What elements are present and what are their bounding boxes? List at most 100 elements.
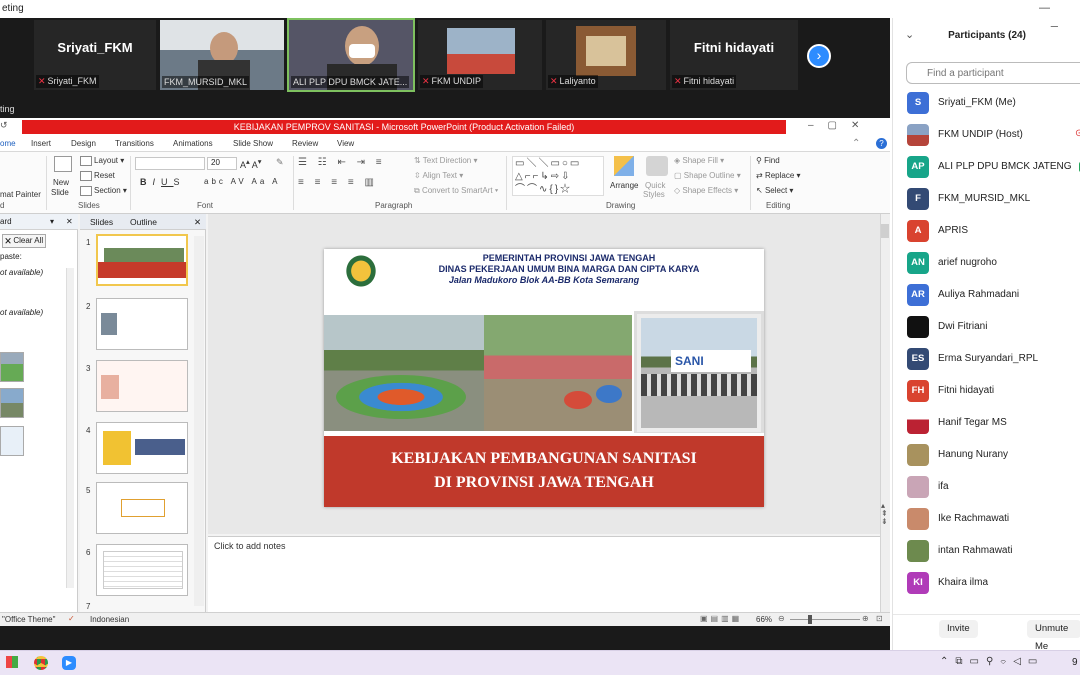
zoom-slider[interactable]	[790, 619, 860, 620]
current-slide[interactable]: PEMERINTAH PROVINSI JAWA TENGAH DINAS PE…	[324, 249, 764, 507]
format-painter-button[interactable]: mat Painter	[0, 190, 41, 199]
participant-row[interactable]: KI Khaira ilma	[907, 572, 1080, 596]
chevron-right-icon[interactable]: ›	[807, 44, 831, 68]
clipboard-image-item[interactable]	[0, 352, 24, 382]
unmute-me-button[interactable]: Unmute Me	[1027, 620, 1080, 652]
tab-outline[interactable]: Outline	[130, 217, 157, 227]
new-slide-button-label[interactable]: Slide	[51, 188, 69, 197]
close-icon[interactable]: ✕	[194, 217, 201, 228]
app-icon[interactable]	[6, 656, 18, 668]
minimize-panel-icon[interactable]: –	[1051, 18, 1058, 33]
shape-effects-button[interactable]: ◇ Shape Effects ▾	[674, 186, 738, 195]
participant-row[interactable]: S Sriyati_FKM (Me)	[907, 92, 1080, 116]
notes-pane[interactable]: Click to add notes	[208, 536, 880, 612]
convert-smartart-button[interactable]: ⧉ Convert to SmartArt ▾	[414, 186, 498, 196]
tab-insert[interactable]: Insert	[31, 139, 51, 148]
zoom-level[interactable]: 66%	[756, 615, 772, 624]
align-text-button[interactable]: ⇳ Align Text ▾	[414, 171, 463, 180]
select-button[interactable]: ↖ Select ▾	[756, 186, 793, 195]
dropdown-icon[interactable]: ▾	[50, 214, 54, 230]
participant-row[interactable]: ifa	[907, 476, 1080, 500]
replace-button[interactable]: ⇄ Replace ▾	[756, 171, 801, 180]
participant-row[interactable]: Ike Rachmawati	[907, 508, 1080, 532]
slide-thumbnail-6[interactable]	[96, 544, 188, 596]
close-icon[interactable]: ✕	[66, 214, 73, 230]
clear-all-button[interactable]: 🗙 Clear All	[2, 234, 46, 248]
slide-thumbnail-5[interactable]	[96, 482, 188, 534]
video-tile[interactable]: Sriyati_FKM ✕ Sriyati_FKM	[34, 20, 156, 90]
tab-transitions[interactable]: Transitions	[115, 139, 154, 148]
font-effects-buttons[interactable]: abc AV Aa A	[204, 177, 280, 186]
spellcheck-icon[interactable]: ✓	[68, 614, 75, 623]
shape-outline-button[interactable]: ▢ Shape Outline ▾	[674, 171, 741, 180]
language-label[interactable]: Indonesian	[90, 615, 129, 624]
layout-button[interactable]: Layout ▾	[80, 156, 124, 166]
participant-row[interactable]: intan Rahmawati	[907, 540, 1080, 564]
section-button[interactable]: Section ▾	[80, 186, 127, 196]
tab-animations[interactable]: Animations	[173, 139, 213, 148]
page-nav-icon[interactable]: ▴ ⇞ ⇟	[881, 502, 888, 526]
help-icon[interactable]: ?	[876, 138, 887, 149]
fit-to-window-icon[interactable]: ⊡	[876, 614, 883, 623]
zoom-out-icon[interactable]: ⊖	[778, 614, 785, 623]
zoom-slider-thumb[interactable]	[808, 615, 812, 624]
tab-slides[interactable]: Slides	[90, 217, 113, 227]
zoom-app-icon[interactable]: ▶	[62, 656, 76, 670]
font-style-buttons[interactable]: BIUS	[140, 177, 186, 187]
quick-styles-button[interactable]: Quick	[645, 181, 665, 190]
shapes-gallery[interactable]: ▭＼＼▭○▭ △⌐⌐↳⇨⇩ ⌒⌒∿{}☆	[512, 156, 604, 196]
view-buttons[interactable]: ▣▤▥▦	[700, 614, 742, 623]
clipboard-scrollbar[interactable]	[66, 268, 74, 588]
find-button[interactable]: ⚲ Find	[756, 156, 780, 165]
undo-icon[interactable]: ↺	[0, 120, 8, 131]
align-buttons[interactable]: ≡ ≡ ≡ ≡ ▥	[298, 177, 378, 188]
clear-format-icon[interactable]: ✎	[276, 157, 284, 168]
clipboard-image-item[interactable]	[0, 426, 24, 456]
participant-row[interactable]: FH Fitni hidayati	[907, 380, 1080, 404]
participant-row[interactable]: Hanung Nurany	[907, 444, 1080, 468]
participant-row[interactable]: Dwi Fitriani	[907, 316, 1080, 340]
ppt-window-controls[interactable]: –▢✕	[808, 120, 873, 131]
minimize-icon[interactable]: —	[1039, 0, 1050, 16]
scroll-thumb[interactable]	[881, 224, 889, 238]
tab-view[interactable]: View	[337, 139, 354, 148]
participant-row[interactable]: A APRIS	[907, 220, 1080, 244]
new-slide-button[interactable]: New	[53, 178, 69, 187]
grow-font-icon[interactable]: A▴ A▾	[240, 157, 262, 170]
font-name-select[interactable]	[135, 157, 205, 170]
slide-thumbnail-4[interactable]	[96, 422, 188, 474]
reset-button[interactable]: Reset	[80, 171, 115, 181]
slide-thumbnail-3[interactable]	[96, 360, 188, 412]
participant-row[interactable]: AN arief nugroho	[907, 252, 1080, 276]
participant-search-input[interactable]	[906, 62, 1080, 84]
invite-button[interactable]: Invite	[939, 620, 978, 638]
video-tile-active[interactable]: ALI PLP DPU BMCK JATE...	[287, 18, 415, 92]
zoom-in-icon[interactable]: ⊕	[862, 614, 869, 623]
clipboard-item[interactable]: ot available)	[0, 308, 43, 317]
tab-slide-show[interactable]: Slide Show	[233, 139, 273, 148]
participant-row[interactable]: FKM UNDIP (Host) ⊙	[907, 124, 1080, 148]
text-direction-button[interactable]: ⇅ Text Direction ▾	[414, 156, 478, 165]
clipboard-image-item[interactable]	[0, 388, 24, 418]
video-tile[interactable]: FKM_MURSID_MKL	[160, 20, 284, 90]
participant-row[interactable]: AP ALI PLP DPU BMCK JATENG	[907, 156, 1080, 180]
arrange-button[interactable]: Arrange	[610, 181, 638, 190]
video-tile[interactable]: Fitni hidayati ✕ Fitni hidayati	[670, 20, 798, 90]
system-tray-icons[interactable]: ⌃⧉▭⚲⌔◁▭	[940, 656, 1044, 667]
participant-row[interactable]: Hanif Tegar MS	[907, 412, 1080, 436]
slide-thumbnail-2[interactable]	[96, 298, 188, 350]
video-tile[interactable]: ✕ Laliyanto	[546, 20, 666, 90]
participant-row[interactable]: AR Auliya Rahmadani	[907, 284, 1080, 308]
quick-styles-button-label[interactable]: Styles	[643, 190, 665, 199]
chrome-icon[interactable]	[34, 656, 48, 670]
clipboard-item[interactable]: ot available)	[0, 268, 43, 277]
slide-thumbnail-1[interactable]	[96, 234, 188, 286]
participant-row[interactable]: F FKM_MURSID_MKL	[907, 188, 1080, 212]
list-buttons[interactable]: ☰ ☷ ⇤ ⇥ ≡	[298, 157, 386, 168]
participant-row[interactable]: ES Erma Suryandari_RPL	[907, 348, 1080, 372]
tab-review[interactable]: Review	[292, 139, 318, 148]
font-size-select[interactable]: 20	[207, 157, 237, 170]
video-tile[interactable]: ✕ FKM UNDIP	[418, 20, 542, 90]
tab-home[interactable]: ome	[0, 139, 16, 148]
editor-scrollbar[interactable]: ▴ ⇞ ⇟	[880, 214, 890, 612]
